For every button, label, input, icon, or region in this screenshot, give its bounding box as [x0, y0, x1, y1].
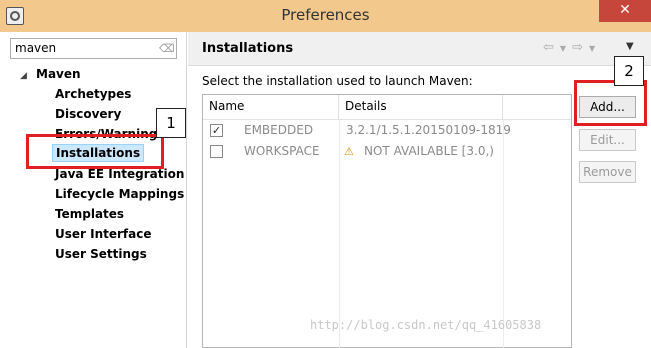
edit-button[interactable]: Edit... — [579, 129, 636, 151]
close-button[interactable]: ✕ — [599, 0, 651, 22]
tree-node-user-settings[interactable]: User Settings — [55, 247, 147, 261]
back-arrow-icon[interactable]: ⇦ — [543, 40, 560, 55]
tree-expand-arrow-icon[interactable]: ◢ — [20, 71, 27, 81]
page-description: Select the installation used to launch M… — [202, 74, 473, 88]
chevron-down-icon[interactable]: ▼ — [560, 44, 572, 53]
tree-node-templates[interactable]: Templates — [55, 207, 124, 221]
chevron-down-icon[interactable]: ▼ — [589, 44, 601, 53]
eraser-icon[interactable]: ⌫ — [159, 42, 175, 55]
page-title: Installations — [202, 41, 294, 56]
window-title: Preferences — [281, 6, 370, 24]
tree-node-discovery[interactable]: Discovery — [55, 107, 121, 121]
row-name: WORKSPACE — [244, 144, 320, 158]
tree-node-lifecycle-mappings[interactable]: Lifecycle Mappings — [55, 187, 184, 201]
filter-input[interactable]: maven ⌫ — [10, 38, 177, 59]
tree-node-java-ee-integration[interactable]: Java EE Integration — [55, 167, 184, 181]
annotation-badge-1: 1 — [156, 108, 186, 138]
title-bar: Preferences ✕ — [0, 0, 651, 32]
column-header-name[interactable]: Name — [203, 95, 339, 119]
highlight-box-installations — [26, 134, 164, 169]
back-forward-nav[interactable]: ⇦▼⇨▼ — [543, 40, 601, 55]
table-row[interactable]: WORKSPACE ⚠ NOT AVAILABLE [3.0,) — [203, 141, 571, 162]
forward-arrow-icon[interactable]: ⇨ — [572, 40, 589, 55]
page-header: Installations ⇦▼⇨▼ ▼ — [188, 32, 651, 66]
row-name: EMBEDDED — [244, 123, 314, 137]
row-details: NOT AVAILABLE [3.0,) — [364, 144, 494, 158]
tree-node-maven[interactable]: Maven — [36, 67, 81, 81]
row-details: 3.2.1/1.5.1.20150109-1819 — [346, 123, 511, 137]
watermark-text: http://blog.csdn.net/qq_41605838 — [310, 318, 542, 332]
view-menu-icon[interactable]: ▼ — [626, 41, 634, 52]
remove-button[interactable]: Remove — [579, 161, 636, 183]
preference-tree-pane: maven ⌫ ◢ Maven Archetypes Discovery Err… — [0, 32, 187, 348]
warning-icon: ⚠ — [344, 145, 354, 158]
tree-node-archetypes[interactable]: Archetypes — [55, 87, 131, 101]
row-checkbox[interactable]: ✓ — [210, 124, 223, 137]
table-row[interactable]: ✓ EMBEDDED 3.2.1/1.5.1.20150109-1819 — [203, 120, 571, 141]
annotation-badge-2: 2 — [614, 56, 644, 86]
row-checkbox[interactable] — [210, 145, 223, 158]
installations-table[interactable]: Name Details ✓ EMBEDDED 3.2.1/1.5.1.2015… — [202, 94, 572, 348]
highlight-box-add — [574, 80, 647, 126]
tree-node-user-interface[interactable]: User Interface — [55, 227, 152, 241]
column-header-details[interactable]: Details — [339, 95, 503, 119]
filter-input-value: maven — [15, 41, 57, 55]
